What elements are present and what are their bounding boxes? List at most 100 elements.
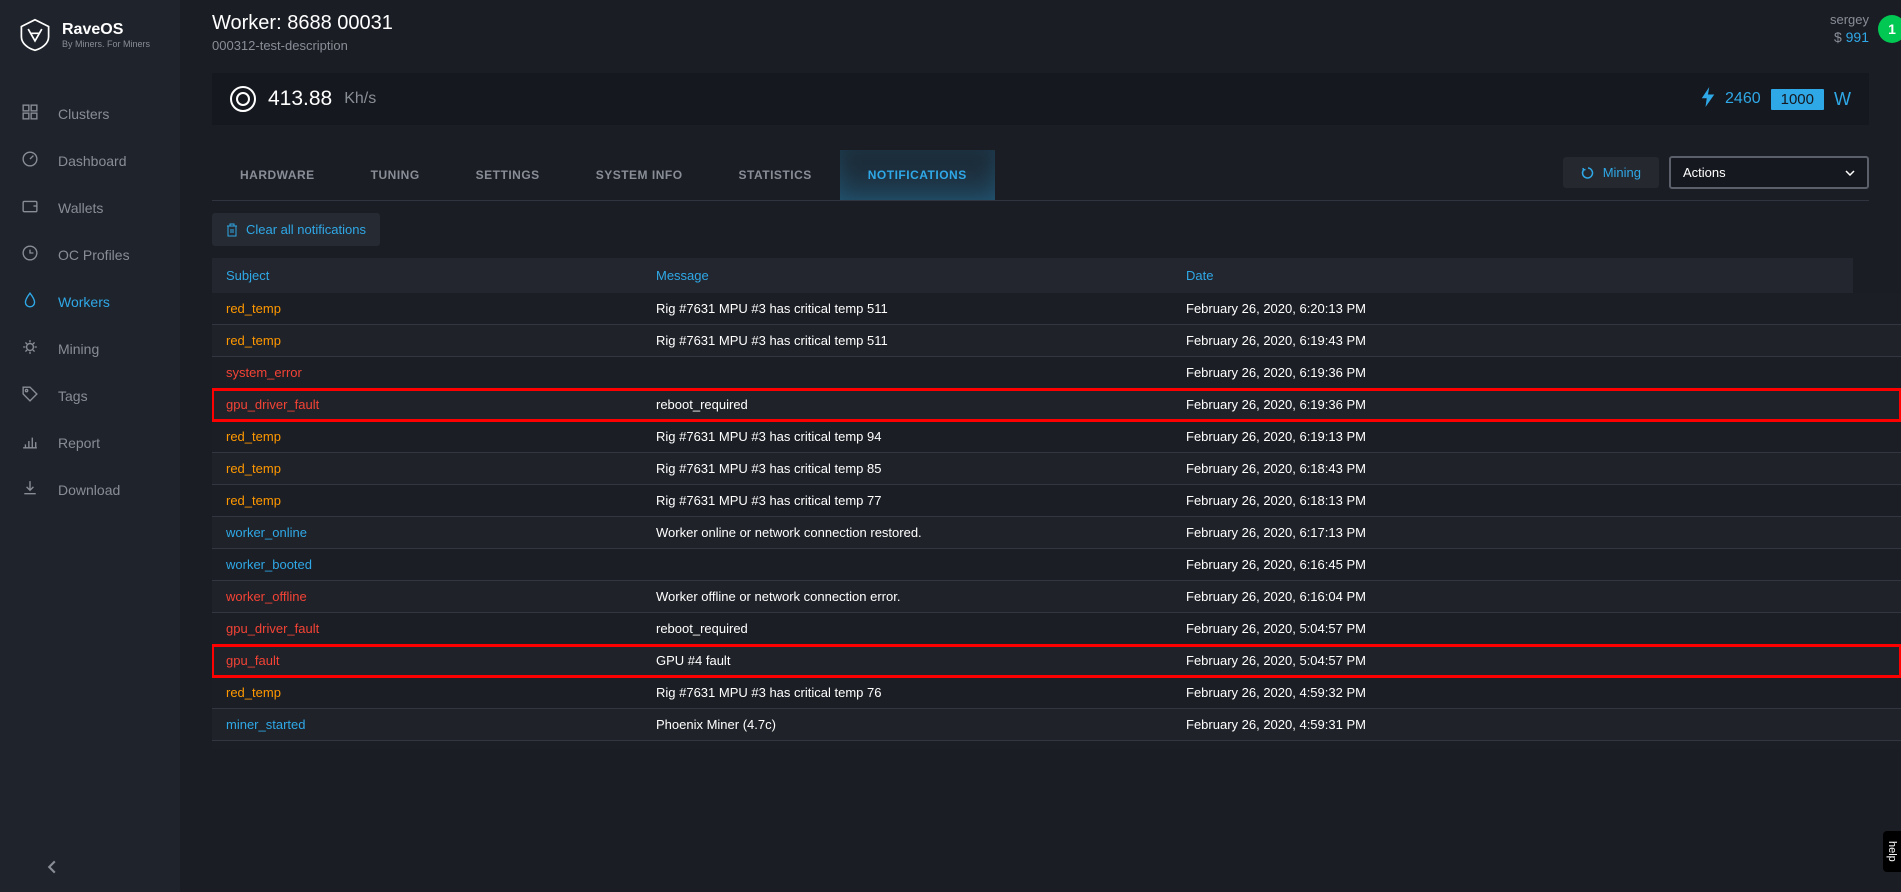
table-row[interactable]: worker_onlineWorker online or network co… <box>212 517 1901 549</box>
table-header: Subject Message Date <box>212 258 1853 293</box>
table-row[interactable]: red_tempRig #7631 MPU #3 has critical te… <box>212 293 1901 325</box>
sidebar-item-dashboard[interactable]: Dashboard <box>0 137 180 184</box>
table-row[interactable]: gpu_driver_faultreboot_requiredFebruary … <box>212 613 1901 645</box>
help-tab[interactable]: help <box>1883 831 1901 872</box>
sidebar-item-label: Mining <box>58 341 99 357</box>
table-row[interactable]: gpu_faultGPU #4 faultFebruary 26, 2020, … <box>212 645 1901 677</box>
sidebar-item-oc-profiles[interactable]: OC Profiles <box>0 231 180 278</box>
row-message: Rig #7631 MPU #3 has critical temp 511 <box>656 301 1186 316</box>
hashrate-icon <box>230 86 256 112</box>
row-message: GPU #4 fault <box>656 653 1186 668</box>
sidebar-item-label: Dashboard <box>58 153 127 169</box>
download-icon <box>22 480 40 499</box>
row-date: February 26, 2020, 6:16:45 PM <box>1186 557 1366 572</box>
row-date: February 26, 2020, 6:19:36 PM <box>1186 397 1366 412</box>
sidebar-item-report[interactable]: Report <box>0 419 180 466</box>
row-subject: red_temp <box>226 333 656 348</box>
col-message[interactable]: Message <box>656 268 1186 283</box>
power-max: 1000 <box>1771 89 1824 110</box>
gear-icon <box>22 339 40 358</box>
table-row[interactable]: red_tempRig #7631 MPU #3 has critical te… <box>212 453 1901 485</box>
clock-icon <box>22 245 40 264</box>
table-row[interactable]: gpu_driver_faultreboot_requiredFebruary … <box>212 389 1901 421</box>
row-subject: system_error <box>226 365 656 380</box>
table-row[interactable]: miner_startedPhoenix Miner (4.7c)Februar… <box>212 709 1901 741</box>
row-subject: gpu_driver_fault <box>226 397 656 412</box>
table-row[interactable]: red_tempRig #7631 MPU #3 has critical te… <box>212 485 1901 517</box>
power-current: 2460 <box>1725 90 1761 108</box>
tab-statistics[interactable]: STATISTICS <box>711 150 840 200</box>
sidebar-item-mining[interactable]: Mining <box>0 325 180 372</box>
username[interactable]: sergey <box>1830 12 1869 27</box>
row-date: February 26, 2020, 6:17:13 PM <box>1186 525 1366 540</box>
row-subject: worker_online <box>226 525 656 540</box>
actions-dropdown[interactable]: Actions <box>1669 156 1869 189</box>
clear-all-button[interactable]: Clear all notifications <box>212 213 380 246</box>
sidebar-item-label: Download <box>58 482 120 498</box>
row-date: February 26, 2020, 5:04:57 PM <box>1186 653 1366 668</box>
row-subject: worker_booted <box>226 557 656 572</box>
header: Worker: 8688 00031 000312-test-descripti… <box>180 0 1901 65</box>
table-row[interactable]: red_tempRig #7631 MPU #3 has critical te… <box>212 741 1901 749</box>
tab-system-info[interactable]: SYSTEM INFO <box>568 150 711 200</box>
table-row[interactable]: worker_offlineWorker offline or network … <box>212 581 1901 613</box>
refresh-icon <box>1581 166 1595 180</box>
tab-row: HARDWARETUNINGSETTINGSSYSTEM INFOSTATIST… <box>212 150 1869 201</box>
brand-name: RaveOS <box>62 21 150 39</box>
sidebar-item-tags[interactable]: Tags <box>0 372 180 419</box>
hashrate-value: 413.88 <box>268 87 332 111</box>
logo-icon <box>18 18 52 52</box>
tab-notifications[interactable]: NOTIFICATIONS <box>840 150 995 200</box>
row-message: reboot_required <box>656 621 1186 636</box>
row-subject: red_temp <box>226 429 656 444</box>
table-row[interactable]: worker_booted February 26, 2020, 6:16:45 … <box>212 549 1901 581</box>
tag-icon <box>22 386 40 405</box>
row-subject: worker_offline <box>226 589 656 604</box>
chart-icon <box>22 433 40 452</box>
row-subject: red_temp <box>226 461 656 476</box>
wallet-icon <box>22 198 40 217</box>
table-row[interactable]: red_tempRig #7631 MPU #3 has critical te… <box>212 421 1901 453</box>
row-subject: red_temp <box>226 685 656 700</box>
row-subject: gpu_driver_fault <box>226 621 656 636</box>
notification-badge[interactable]: 1 <box>1878 15 1901 43</box>
row-date: February 26, 2020, 6:20:13 PM <box>1186 301 1366 316</box>
page-title: Worker: 8688 00031 <box>212 12 393 35</box>
sidebar-item-workers[interactable]: Workers <box>0 278 180 325</box>
sidebar-item-wallets[interactable]: Wallets <box>0 184 180 231</box>
stats-bar: 413.88 Kh/s 2460 1000 W <box>212 73 1869 125</box>
trash-icon <box>226 223 238 237</box>
chevron-down-icon <box>1845 170 1855 176</box>
sidebar-item-download[interactable]: Download <box>0 466 180 513</box>
row-message: Rig #7631 MPU #3 has critical temp 76 <box>656 685 1186 700</box>
row-date: February 26, 2020, 5:04:57 PM <box>1186 621 1366 636</box>
row-message: Rig #7631 MPU #3 has critical temp 511 <box>656 333 1186 348</box>
row-subject: red_temp <box>226 301 656 316</box>
tab-settings[interactable]: SETTINGS <box>448 150 568 200</box>
drop-icon <box>22 292 40 311</box>
table-row[interactable]: system_error February 26, 2020, 6:19:36 P… <box>212 357 1901 389</box>
col-subject[interactable]: Subject <box>226 268 656 283</box>
row-date: February 26, 2020, 6:19:43 PM <box>1186 333 1366 348</box>
row-message: Rig #7631 MPU #3 has critical temp 77 <box>656 493 1186 508</box>
logo[interactable]: RaveOS By Miners. For Miners <box>0 0 180 70</box>
balance[interactable]: $ 991 <box>1830 29 1869 45</box>
row-message: Worker online or network connection rest… <box>656 525 1186 540</box>
collapse-sidebar-icon[interactable] <box>45 860 59 877</box>
notification-table: Subject Message Date red_tempRig #7631 M… <box>212 258 1901 749</box>
mining-button[interactable]: Mining <box>1563 157 1659 188</box>
tab-hardware[interactable]: HARDWARE <box>212 150 343 200</box>
tab-tuning[interactable]: TUNING <box>343 150 448 200</box>
row-date: February 26, 2020, 6:19:36 PM <box>1186 365 1366 380</box>
main: Worker: 8688 00031 000312-test-descripti… <box>180 0 1901 892</box>
table-row[interactable]: red_tempRig #7631 MPU #3 has critical te… <box>212 325 1901 357</box>
col-date[interactable]: Date <box>1186 268 1213 283</box>
table-body[interactable]: red_tempRig #7631 MPU #3 has critical te… <box>212 293 1901 749</box>
sidebar-item-clusters[interactable]: Clusters <box>0 90 180 137</box>
row-message: Phoenix Miner (4.7c) <box>656 717 1186 732</box>
row-date: February 26, 2020, 6:16:04 PM <box>1186 589 1366 604</box>
sidebar-item-label: Wallets <box>58 200 103 216</box>
table-row[interactable]: red_tempRig #7631 MPU #3 has critical te… <box>212 677 1901 709</box>
hashrate-unit: Kh/s <box>344 90 376 108</box>
row-message: Worker offline or network connection err… <box>656 589 1186 604</box>
